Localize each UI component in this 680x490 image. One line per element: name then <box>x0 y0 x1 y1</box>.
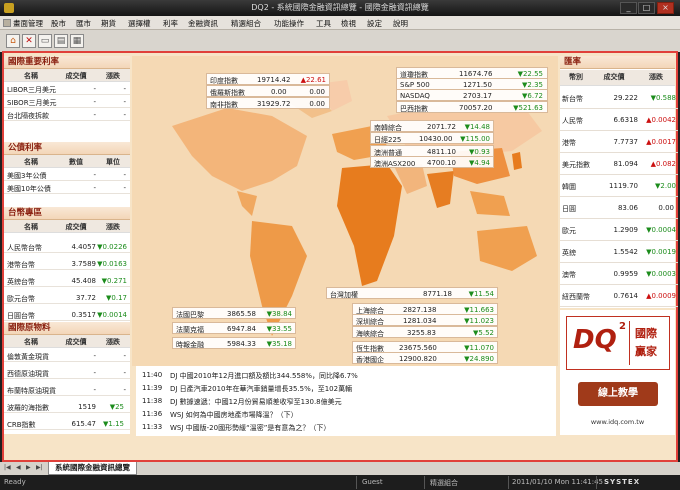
menu-picks[interactable]: 精選組合 <box>231 18 261 29</box>
maximize-button[interactable]: □ <box>638 2 655 14</box>
quote-india[interactable]: 印度指數 19714.42 ▲22.61 <box>206 73 330 85</box>
promo-panel: DQ 2 國際 贏家 線上教學 www.idq.com.tw <box>560 310 675 435</box>
website-url[interactable]: www.idq.com.tw <box>560 418 675 426</box>
status-clock: 2011/01/10 Mon 11:41:45 <box>512 478 603 486</box>
column-header: 名稱 數值 單位 <box>4 155 130 168</box>
status-bar: Ready Guest 精選組合 2011/01/10 Mon 11:41:45… <box>0 475 680 490</box>
table-row[interactable]: 新台幣 29.222 ▼0.588 <box>560 86 678 109</box>
close-button[interactable]: × <box>657 2 674 14</box>
quote-ftse[interactable]: 時報金融 5984.33 ▼35.18 <box>172 337 296 349</box>
sheet-tab-strip: |◀ ◀ ▶ ▶| 系統國際金融資訊總覽 <box>0 462 680 475</box>
fx-table: 新台幣 29.222 ▼0.588 人民幣 6.6318 ▲0.0042 港幣 7.773… <box>560 86 678 308</box>
table-row[interactable]: 英鎊 1.5542 ▼0.0019 <box>560 240 678 263</box>
menu-futures[interactable]: 期貨 <box>101 18 116 29</box>
column-header: 幣別 成交價 漲跌 <box>560 70 675 86</box>
quote-shenzhen[interactable]: 深圳綜合 1281.034 ▼11.023 <box>352 314 498 326</box>
table-row[interactable]: 人民幣台幣 4.4057 ▼0.0226 <box>4 240 130 253</box>
section-title: 國際重要利率 <box>4 56 130 69</box>
menu-fx[interactable]: 匯市 <box>76 18 91 29</box>
table-row[interactable]: 西德原油現貨 - - <box>4 366 130 379</box>
tab-overview[interactable]: 系統國際金融資訊總覽 <box>48 462 137 475</box>
table-row[interactable]: 美國10年公債 - - <box>4 181 130 194</box>
table-row[interactable]: 日圓台幣 0.3517 ▼0.0014 <box>4 308 130 321</box>
quote-frankfurt[interactable]: 法蘭克福 6947.84 ▼33.55 <box>172 322 296 334</box>
next-tab-icon[interactable]: ▶ <box>26 464 31 471</box>
quote-nasdaq[interactable]: NASDAQ 2703.17 ▼6.72 <box>396 89 548 101</box>
layout-split-icon[interactable]: ▤ <box>54 34 68 48</box>
status-combo: 精選組合 <box>430 479 458 487</box>
table-row[interactable]: 日圓 83.06 0.00 <box>560 196 678 219</box>
table-row[interactable]: CRB指數 615.47 ▼1.15 <box>4 417 130 430</box>
quote-korea[interactable]: 南韓綜合 2071.72 ▼14.48 <box>370 120 494 132</box>
toolbar: ⌂ ✕ ▭ ▤ ▦ <box>0 30 680 52</box>
quote-asx200[interactable]: 澳洲ASX200 4700.10 ▼4.94 <box>370 156 494 168</box>
last-tab-icon[interactable]: ▶| <box>36 464 43 471</box>
prev-tab-icon[interactable]: ◀ <box>16 464 21 471</box>
menu-bar: 畫面管理 股市 匯市 期貨 選擇權 利率 金融資訊 精選組合 功能操作 工具 檢… <box>0 16 680 30</box>
quote-nikkei[interactable]: 日經225 10430.00 ▼115.00 <box>370 132 494 144</box>
table-row[interactable]: 人民幣 6.6318 ▲0.0042 <box>560 108 678 131</box>
close-window-icon[interactable]: ✕ <box>22 34 36 48</box>
minimize-button[interactable]: _ <box>620 2 637 14</box>
table-row[interactable]: 港幣台幣 3.7589 ▼0.0163 <box>4 257 130 270</box>
table-row[interactable]: 紐西蘭幣 0.7614 ▲0.0009 <box>560 284 678 307</box>
home-icon[interactable]: ⌂ <box>6 34 20 48</box>
quote-singapore[interactable]: 海峽綜合 3255.83 ▼5.52 <box>352 326 498 338</box>
menu-help[interactable]: 說明 <box>393 18 408 29</box>
column-header: 名稱 成交價 漲跌 <box>4 220 130 233</box>
quote-paris[interactable]: 法國巴黎 3865.58 ▼38.84 <box>172 307 296 319</box>
status-ready: Ready <box>4 478 26 486</box>
menu-settings[interactable]: 設定 <box>367 18 382 29</box>
menu-view[interactable]: 檢視 <box>341 18 356 29</box>
section-title: 公債利率 <box>4 142 130 155</box>
system-menu-icon[interactable] <box>3 19 11 27</box>
status-user: Guest <box>362 478 383 486</box>
left-panel: 國際重要利率 名稱 成交價 漲跌 LIBOR三月美元 - - SIBOR三月美元 - -… <box>4 56 130 434</box>
menu-screen[interactable]: 畫面管理 <box>13 18 43 29</box>
table-row[interactable]: 澳幣 0.9959 ▼0.0003 <box>560 262 678 285</box>
table-row[interactable]: 韓圜 1119.70 ▼2.00 <box>560 174 678 197</box>
online-lesson-button[interactable]: 線上教學 <box>578 382 658 406</box>
column-header: 名稱 成交價 漲跌 <box>4 69 130 82</box>
table-row[interactable]: LIBOR三月美元 - - <box>4 82 130 95</box>
table-row[interactable]: 波羅的海指數 1519 ▼25 <box>4 400 130 413</box>
layout-single-icon[interactable]: ▭ <box>38 34 52 48</box>
table-row[interactable]: 台北隔夜拆款 - - <box>4 108 130 121</box>
menu-tools[interactable]: 工具 <box>316 18 331 29</box>
layout-grid-icon[interactable]: ▦ <box>70 34 84 48</box>
first-tab-icon[interactable]: |◀ <box>4 464 11 471</box>
quote-south-africa[interactable]: 南非指數 31929.72 0.00 <box>206 97 330 109</box>
menu-functions[interactable]: 功能操作 <box>274 18 304 29</box>
menu-rates[interactable]: 利率 <box>163 18 178 29</box>
table-row[interactable]: 港幣 7.7737 ▲0.0017 <box>560 130 678 153</box>
systex-logo: SYSTEX <box>604 478 641 486</box>
title-bar: DQ2 - 系統國際金融資訊總覽 - 國際金融資訊總覽 _ □ × <box>0 0 680 16</box>
column-header: 名稱 成交價 漲跌 <box>4 335 130 348</box>
window-title: DQ2 - 系統國際金融資訊總覽 - 國際金融資訊總覽 <box>251 3 429 12</box>
table-row[interactable]: 美元指數 81.094 ▲0.082 <box>560 152 678 175</box>
table-row[interactable]: SIBOR三月美元 - - <box>4 95 130 108</box>
world-map: 印度指數 19714.42 ▲22.61 俄羅斯指數 0.00 0.00 南非指數 319… <box>132 56 558 366</box>
table-row[interactable]: 歐元 1.2909 ▼0.0004 <box>560 218 678 241</box>
menu-options[interactable]: 選擇權 <box>128 18 151 29</box>
section-title: 國際原物料 <box>4 322 130 335</box>
quote-twse[interactable]: 台灣加權 8771.18 ▼11.54 <box>326 287 498 299</box>
menu-stock[interactable]: 股市 <box>51 18 66 29</box>
section-title: 台幣專區 <box>4 207 130 220</box>
table-row[interactable]: 美國3年公債 - - <box>4 168 130 181</box>
quote-brazil[interactable]: 巴西指數 70057.20 ▼521.63 <box>396 101 548 113</box>
quote-hscei[interactable]: 香港國企 12900.820 ▼24.890 <box>352 352 498 364</box>
dq2-logo: DQ 2 國際 贏家 <box>566 316 670 370</box>
table-row[interactable]: 布蘭特原油現貨 - - <box>4 383 130 396</box>
table-row[interactable]: 倫敦黃金現貨 - - <box>4 349 130 362</box>
quote-russia[interactable]: 俄羅斯指數 0.00 0.00 <box>206 85 330 97</box>
table-row[interactable]: 英鎊台幣 45.408 ▼0.271 <box>4 274 130 287</box>
table-row[interactable]: 歐元台幣 37.72 ▼0.17 <box>4 291 130 304</box>
news-panel: 11:40 DJ 中國2010年12月進口額及額比344.558%，同比降6.7%… <box>136 366 556 436</box>
menu-fininfo[interactable]: 金融資訊 <box>188 18 218 29</box>
section-title: 匯率 <box>560 56 675 69</box>
